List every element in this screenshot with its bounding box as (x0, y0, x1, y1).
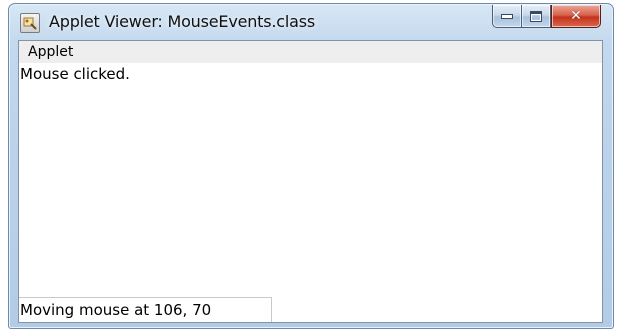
maximize-button[interactable] (521, 5, 551, 28)
status-text: Moving mouse at 106, 70 (20, 301, 212, 319)
minimize-icon (501, 13, 513, 19)
menu-bar: Applet (19, 41, 602, 63)
client-area: Applet Mouse clicked. Moving mouse at 10… (18, 40, 603, 323)
mouse-event-message: Mouse clicked. (20, 65, 130, 83)
maximize-icon (530, 10, 542, 22)
status-bar: Moving mouse at 106, 70 (19, 297, 272, 322)
window-controls: ✕ (492, 5, 601, 28)
java-applet-icon[interactable] (20, 13, 40, 33)
close-button[interactable]: ✕ (551, 5, 601, 28)
minimize-button[interactable] (492, 5, 521, 28)
applet-viewer-window: Applet Viewer: MouseEvents.class ✕ Apple… (8, 3, 614, 329)
close-icon: ✕ (570, 8, 582, 24)
applet-panel[interactable]: Mouse clicked. Moving mouse at 106, 70 (19, 63, 602, 322)
window-title: Applet Viewer: MouseEvents.class (49, 12, 315, 31)
menu-applet[interactable]: Applet (28, 44, 73, 60)
title-bar[interactable]: Applet Viewer: MouseEvents.class ✕ (9, 4, 613, 40)
